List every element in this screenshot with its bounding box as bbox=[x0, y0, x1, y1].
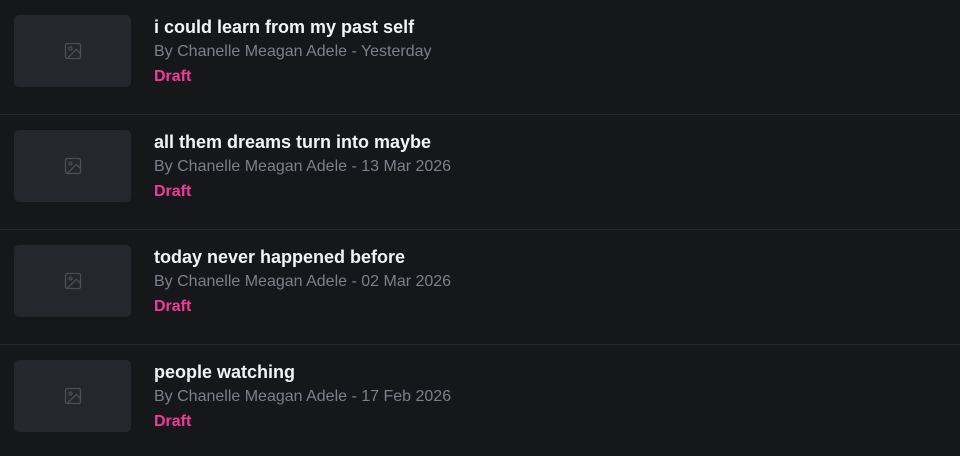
post-thumbnail bbox=[14, 130, 131, 202]
post-status-badge: Draft bbox=[154, 298, 192, 315]
post-text: today never happened before By Chanelle … bbox=[154, 245, 940, 319]
post-status-badge: Draft bbox=[154, 68, 192, 85]
post-status-badge: Draft bbox=[154, 413, 192, 430]
post-meta: By Chanelle Meagan Adele - 17 Feb 2026 bbox=[154, 388, 452, 405]
post-list: i could learn from my past self By Chane… bbox=[0, 0, 960, 456]
post-title[interactable]: people watching bbox=[154, 360, 940, 384]
post-thumbnail bbox=[14, 245, 131, 317]
post-meta: By Chanelle Meagan Adele - 13 Mar 2026 bbox=[154, 158, 452, 175]
post-row[interactable]: all them dreams turn into maybe By Chane… bbox=[0, 115, 960, 230]
post-text: all them dreams turn into maybe By Chane… bbox=[154, 130, 940, 204]
image-placeholder-icon bbox=[63, 156, 83, 176]
post-status-badge: Draft bbox=[154, 183, 192, 200]
image-placeholder-icon bbox=[63, 271, 83, 291]
post-text: i could learn from my past self By Chane… bbox=[154, 15, 940, 89]
image-placeholder-icon bbox=[63, 386, 83, 406]
post-thumbnail bbox=[14, 360, 131, 432]
post-thumbnail bbox=[14, 15, 131, 87]
post-text: people watching By Chanelle Meagan Adele… bbox=[154, 360, 940, 434]
post-row[interactable]: today never happened before By Chanelle … bbox=[0, 230, 960, 345]
image-placeholder-icon bbox=[63, 41, 83, 61]
post-meta: By Chanelle Meagan Adele - 02 Mar 2026 bbox=[154, 273, 452, 290]
post-title[interactable]: today never happened before bbox=[154, 245, 940, 269]
post-row[interactable]: i could learn from my past self By Chane… bbox=[0, 0, 960, 115]
post-row[interactable]: people watching By Chanelle Meagan Adele… bbox=[0, 345, 960, 456]
post-meta: By Chanelle Meagan Adele - Yesterday bbox=[154, 43, 432, 60]
post-title[interactable]: all them dreams turn into maybe bbox=[154, 130, 940, 154]
post-title[interactable]: i could learn from my past self bbox=[154, 15, 940, 39]
